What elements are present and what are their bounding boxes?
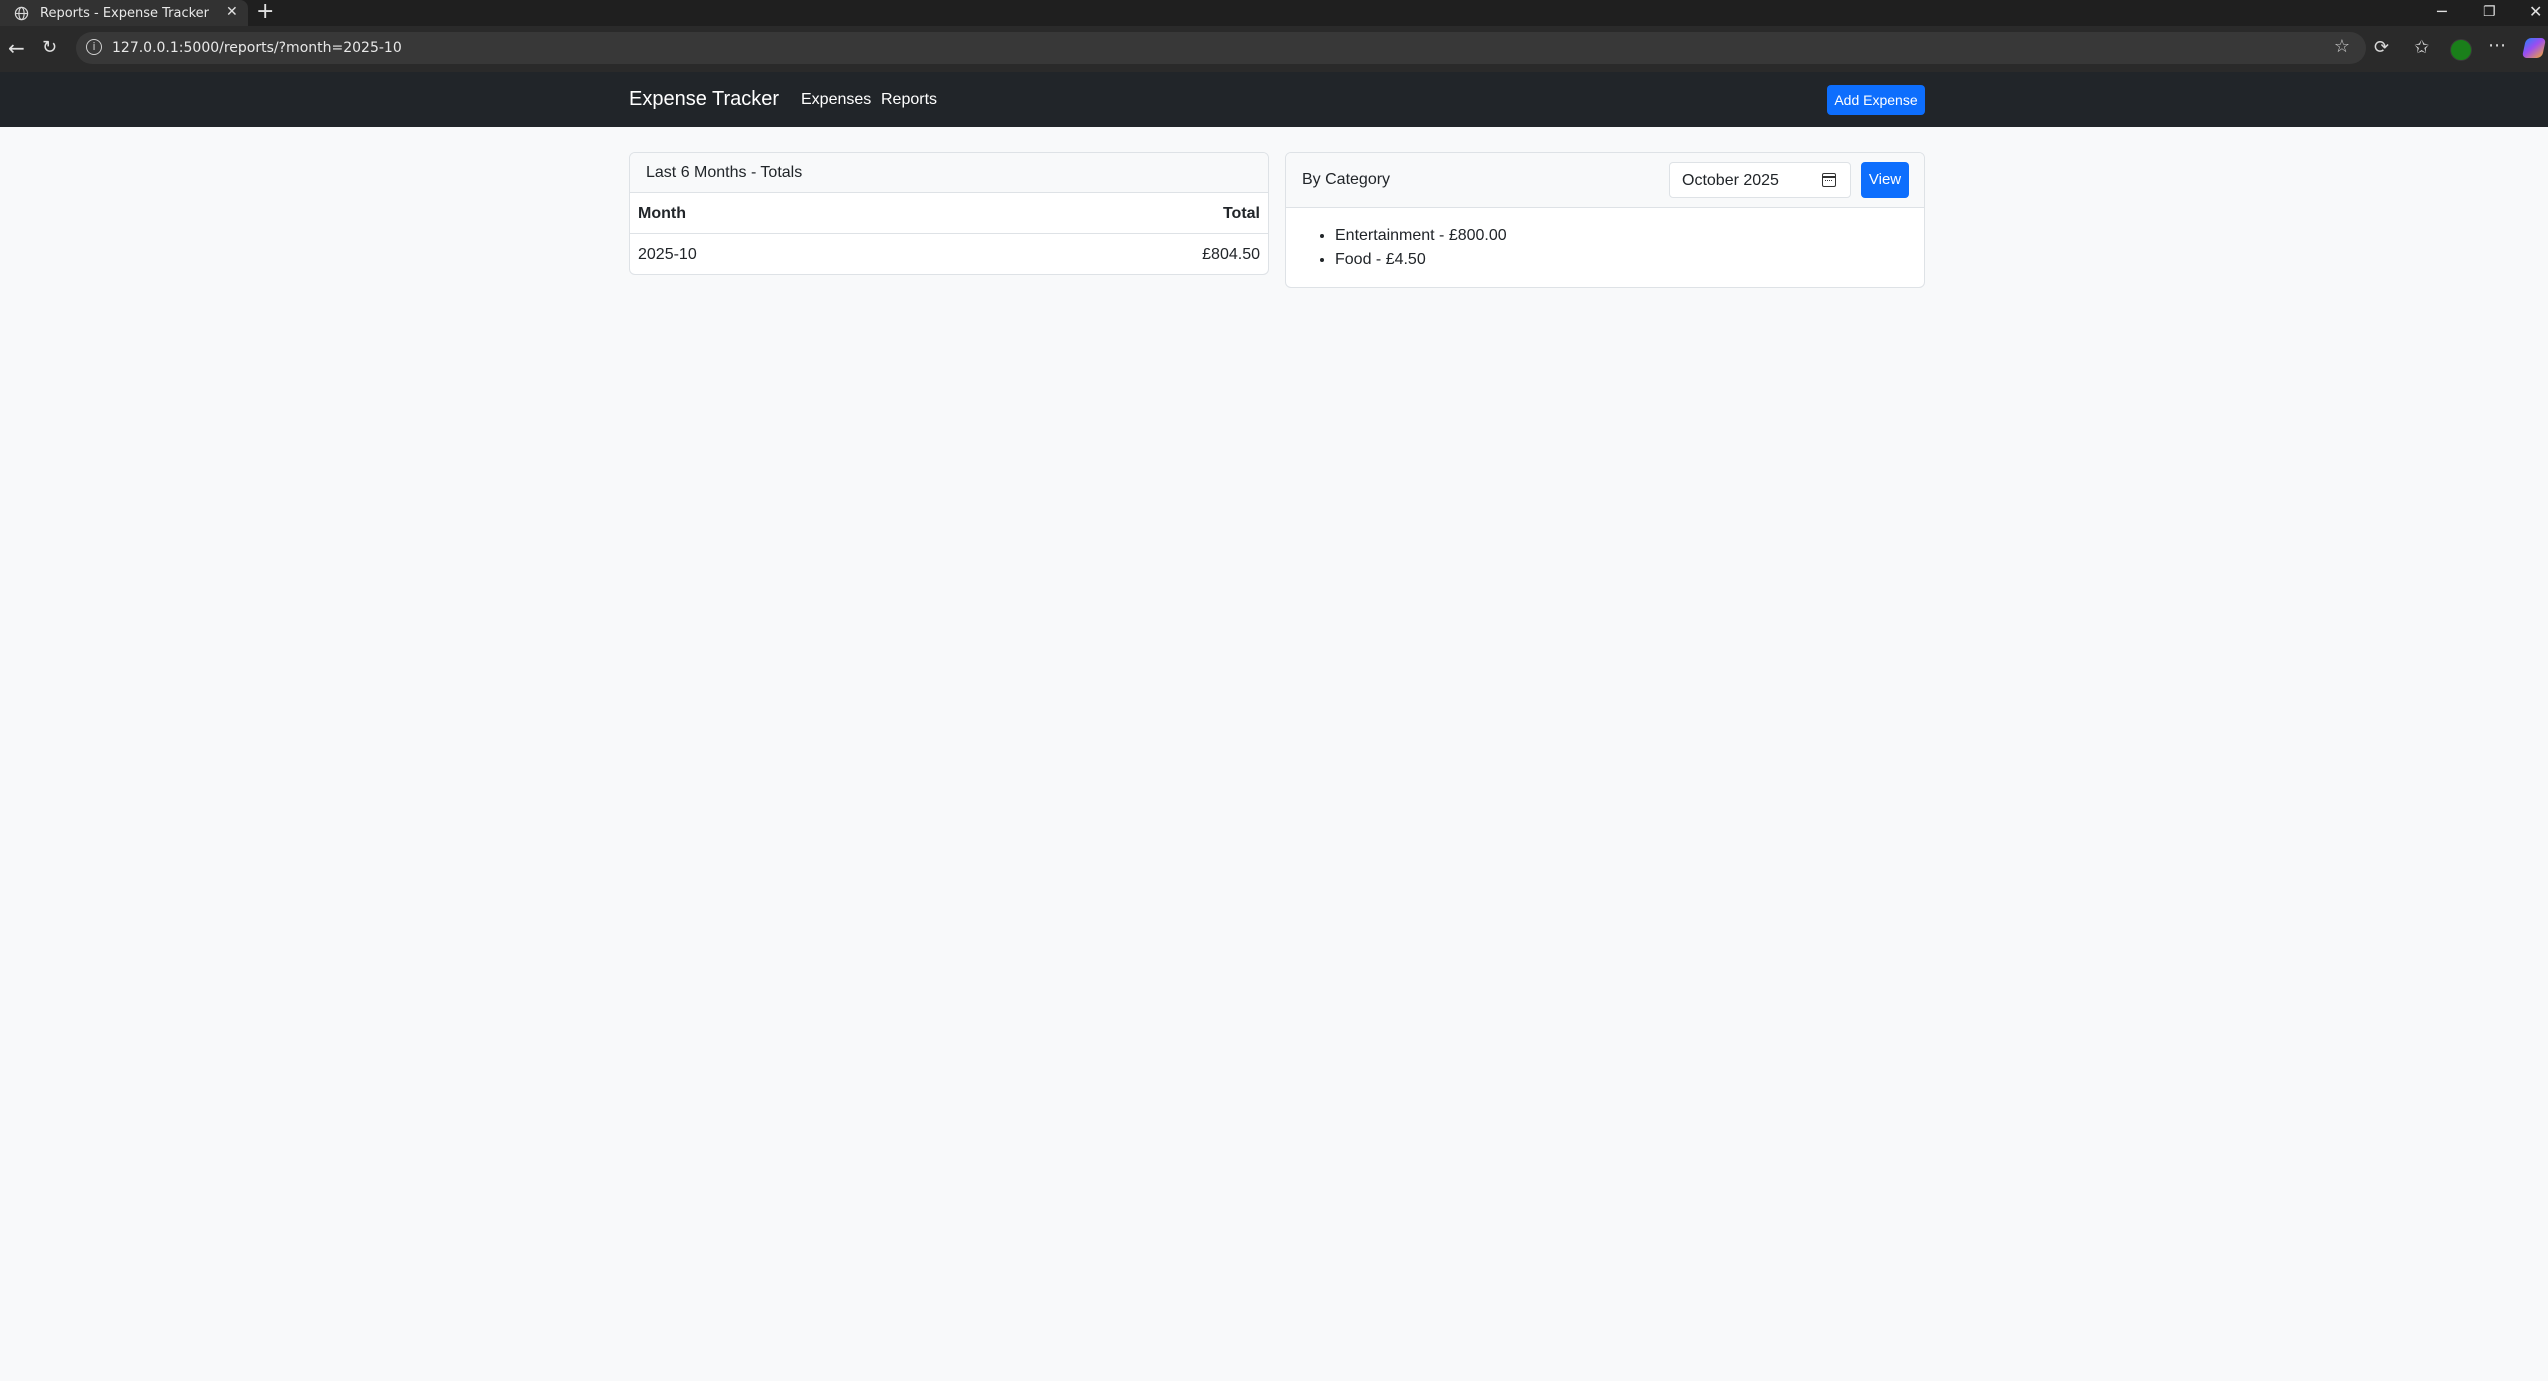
column-header-total: Total	[1222, 205, 1260, 222]
restore-icon[interactable]: ❐	[2483, 4, 2496, 20]
tab-close-icon[interactable]: ✕	[226, 4, 238, 20]
reload-icon[interactable]: ↻	[42, 38, 57, 58]
browser-tab-strip: Reports - Expense Tracker ✕ + ─ ❐ ✕	[0, 0, 2548, 26]
minimize-icon[interactable]: ─	[2437, 2, 2447, 21]
nav-link-expenses[interactable]: Expenses	[801, 91, 871, 109]
add-expense-button[interactable]: Add Expense	[1827, 85, 1925, 115]
column-header-month: Month	[638, 205, 686, 222]
profile-avatar[interactable]	[2450, 39, 2472, 61]
row-total: £804.50	[1202, 246, 1260, 263]
category-card: By Category October 2025 View Entertainm…	[1285, 152, 1925, 288]
nav-link-reports[interactable]: Reports	[881, 91, 937, 109]
tab-title: Reports - Expense Tracker	[40, 6, 210, 21]
window-close-icon[interactable]: ✕	[2529, 2, 2542, 21]
table-header-row: Month Total	[630, 193, 1268, 234]
app-navbar: Expense Tracker Expenses Reports Add Exp…	[0, 72, 2548, 127]
calendar-icon[interactable]	[1822, 173, 1836, 187]
new-tab-button[interactable]: +	[256, 1, 274, 23]
view-button[interactable]: View	[1861, 162, 1909, 198]
browser-tab[interactable]: Reports - Expense Tracker ✕	[0, 0, 248, 26]
browser-toolbar: ← ↻ i 127.0.0.1:5000/reports/?month=2025…	[0, 26, 2548, 72]
url-text[interactable]: 127.0.0.1:5000/reports/?month=2025-10	[112, 40, 402, 56]
category-card-title: By Category	[1302, 171, 1391, 188]
totals-card: Last 6 Months - Totals Month Total 2025-…	[629, 152, 1269, 275]
row-month: 2025-10	[638, 246, 697, 263]
brand-link[interactable]: Expense Tracker	[629, 88, 779, 111]
totals-card-title: Last 6 Months - Totals	[646, 164, 803, 181]
back-icon[interactable]: ←	[8, 38, 25, 58]
copilot-icon[interactable]	[2521, 38, 2547, 58]
info-icon[interactable]: i	[86, 39, 102, 55]
category-card-header: By Category October 2025 View	[1286, 153, 1924, 208]
totals-card-header: Last 6 Months - Totals	[630, 153, 1268, 193]
extensions-icon[interactable]: ⟳	[2374, 38, 2389, 58]
month-picker-value[interactable]: October 2025	[1682, 172, 1779, 190]
table-row: 2025-10 £804.50	[630, 234, 1268, 274]
globe-icon	[14, 6, 29, 21]
category-list: Entertainment - £800.00 Food - £4.50	[1335, 224, 1507, 272]
star-icon[interactable]: ☆	[2334, 36, 2350, 57]
address-bar[interactable]: i 127.0.0.1:5000/reports/?month=2025-10 …	[76, 32, 2366, 64]
favorites-icon[interactable]: ✩	[2414, 38, 2429, 58]
list-item: Entertainment - £800.00	[1335, 224, 1507, 248]
menu-icon[interactable]: ⋯	[2488, 36, 2506, 56]
month-picker-input[interactable]: October 2025	[1669, 162, 1851, 198]
list-item: Food - £4.50	[1335, 248, 1507, 272]
